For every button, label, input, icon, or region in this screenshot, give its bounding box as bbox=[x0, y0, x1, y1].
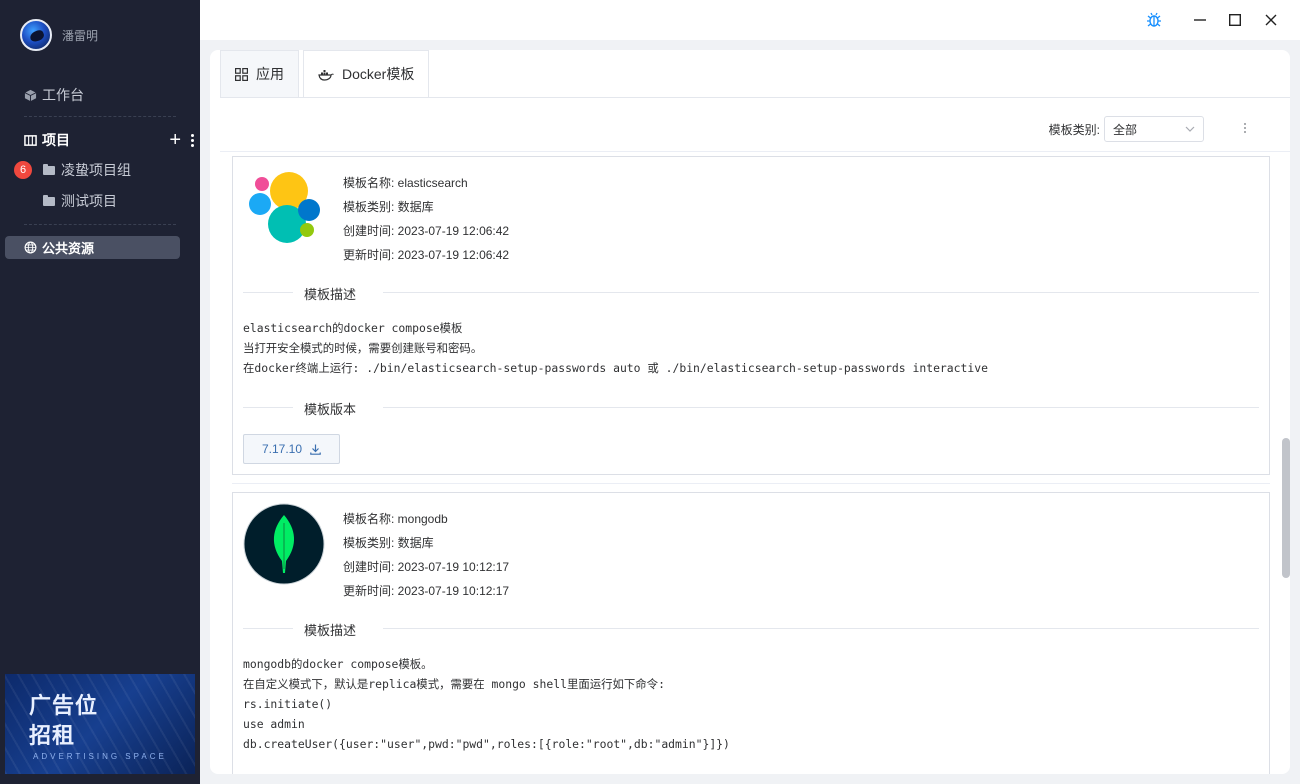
template-description: elasticsearch的docker compose模板当打开安全模式的时候… bbox=[243, 318, 988, 378]
category-filter: 模板类别: 全部 bbox=[1049, 116, 1204, 142]
ad-title: 广告位 bbox=[29, 693, 99, 718]
avatar[interactable] bbox=[20, 19, 52, 51]
close-button[interactable] bbox=[1261, 10, 1281, 30]
sidebar-item-label: 凌蛰项目组 bbox=[61, 162, 131, 178]
folder-icon bbox=[43, 163, 55, 175]
chevron-down-icon bbox=[1185, 126, 1195, 132]
category-filter-label: 模板类别: bbox=[1048, 122, 1100, 137]
public-resources-label: 公共资源 bbox=[42, 241, 95, 256]
category-select-value: 全部 bbox=[1113, 122, 1138, 137]
more-menu-icon[interactable] bbox=[1244, 123, 1246, 133]
description-line: mongodb的docker compose模板。 bbox=[243, 657, 433, 671]
template-created: 创建时间: 2023-07-19 10:12:17 bbox=[343, 560, 510, 574]
description-heading: 模板描述 bbox=[243, 618, 1259, 638]
divider bbox=[24, 224, 176, 225]
tab-docker-templates[interactable]: Docker模板 bbox=[303, 50, 430, 98]
notification-badge: 6 bbox=[14, 161, 32, 179]
window-titlebar bbox=[200, 0, 1300, 40]
download-version-button[interactable]: 7.17.10 bbox=[243, 434, 340, 464]
projects-icon bbox=[24, 134, 37, 146]
ad-caption: ADVERTISING SPACE bbox=[33, 752, 167, 761]
template-category: 模板类别: 数据库 bbox=[343, 536, 434, 550]
mongodb-logo-icon bbox=[243, 503, 325, 585]
description-heading: 模板描述 bbox=[243, 282, 1259, 302]
template-updated: 更新时间: 2023-07-19 12:06:42 bbox=[343, 248, 510, 262]
user-profile[interactable]: 潘雷明 bbox=[20, 19, 98, 51]
tab-bar: 应用 Docker模板 bbox=[220, 50, 433, 98]
scrollbar-thumb[interactable] bbox=[1282, 438, 1290, 578]
minimize-icon bbox=[1194, 19, 1206, 21]
tab-label: 应用 bbox=[256, 66, 284, 82]
template-card: 模板名称: mongodb 模板类别: 数据库 创建时间: 2023-07-19… bbox=[232, 492, 1270, 774]
sidebar-item-public-resources[interactable]: 公共资源 bbox=[5, 236, 180, 259]
description-line: 在docker终端上运行: ./bin/elasticsearch-setup-… bbox=[243, 361, 988, 375]
ad-subtitle: 招租 bbox=[29, 723, 76, 748]
maximize-icon bbox=[1229, 14, 1241, 26]
template-updated: 更新时间: 2023-07-19 10:12:17 bbox=[343, 584, 510, 598]
filter-divider bbox=[220, 151, 1290, 152]
card-separator bbox=[232, 483, 1270, 484]
sidebar: 潘雷明 工作台 项目 + 6 凌蛰项目组 测试项目 公共资源 广告位 招租 AD… bbox=[0, 0, 200, 784]
description-line: 在自定义模式下，默认是replica模式，需要在 mongo shell里面运行… bbox=[243, 677, 665, 691]
bug-report-button[interactable] bbox=[1144, 10, 1164, 30]
template-name: 模板名称: elasticsearch bbox=[343, 176, 468, 190]
user-name: 潘雷明 bbox=[62, 28, 99, 43]
docker-icon bbox=[318, 69, 334, 81]
more-options-icon[interactable] bbox=[191, 133, 194, 147]
description-line: rs.initiate() bbox=[243, 697, 333, 711]
add-project-icon[interactable]: + bbox=[169, 130, 181, 150]
minimize-button[interactable] bbox=[1190, 10, 1210, 30]
description-line: 当打开安全模式的时候，需要创建账号和密码。 bbox=[243, 341, 483, 355]
folder-icon bbox=[43, 194, 55, 206]
template-created: 创建时间: 2023-07-19 12:06:42 bbox=[343, 224, 510, 238]
cube-icon bbox=[24, 89, 37, 101]
close-icon bbox=[1265, 14, 1277, 26]
maximize-button[interactable] bbox=[1225, 10, 1245, 30]
description-line: db.createUser({user:"user",pwd:"pwd",rol… bbox=[243, 737, 730, 751]
download-icon bbox=[310, 444, 321, 455]
category-select[interactable]: 全部 bbox=[1104, 116, 1204, 142]
projects-header: 项目 + bbox=[24, 130, 194, 150]
version-heading: 模板版本 bbox=[243, 397, 1259, 417]
tab-apps[interactable]: 应用 bbox=[220, 50, 299, 98]
description-title: 模板描述 bbox=[304, 623, 357, 638]
projects-label: 项目 bbox=[42, 132, 70, 148]
sidebar-item-group-1[interactable]: 凌蛰项目组 bbox=[43, 160, 131, 180]
main-panel: 应用 Docker模板 模板类别: 全部 模板名称: elasticsearch… bbox=[210, 50, 1290, 774]
version-label: 7.17.10 bbox=[261, 442, 303, 456]
tab-label: Docker模板 bbox=[342, 66, 415, 82]
bug-icon bbox=[1147, 12, 1161, 27]
nav-workbench[interactable]: 工作台 bbox=[24, 85, 84, 105]
divider bbox=[24, 116, 176, 117]
elasticsearch-logo-icon bbox=[249, 172, 320, 243]
template-name: 模板名称: mongodb bbox=[343, 512, 448, 526]
template-card: 模板名称: elasticsearch 模板类别: 数据库 创建时间: 2023… bbox=[232, 156, 1270, 475]
tab-divider bbox=[220, 97, 1290, 98]
description-line: elasticsearch的docker compose模板 bbox=[243, 321, 463, 335]
grid-icon bbox=[235, 67, 248, 81]
version-title: 模板版本 bbox=[304, 402, 357, 417]
template-metadata: 模板名称: mongodb 模板类别: 数据库 创建时间: 2023-07-19… bbox=[343, 507, 509, 603]
globe-icon bbox=[24, 241, 37, 254]
template-metadata: 模板名称: elasticsearch 模板类别: 数据库 创建时间: 2023… bbox=[343, 171, 509, 267]
advertisement-banner[interactable]: 广告位 招租 ADVERTISING SPACE bbox=[5, 674, 195, 774]
description-line: use admin bbox=[243, 717, 305, 731]
template-description: mongodb的docker compose模板。在自定义模式下，默认是repl… bbox=[243, 654, 730, 754]
sidebar-item-group-2[interactable]: 测试项目 bbox=[43, 191, 117, 211]
description-title: 模板描述 bbox=[304, 287, 357, 302]
template-category: 模板类别: 数据库 bbox=[343, 200, 434, 214]
nav-workbench-label: 工作台 bbox=[42, 87, 84, 103]
sidebar-item-label: 测试项目 bbox=[61, 193, 117, 209]
